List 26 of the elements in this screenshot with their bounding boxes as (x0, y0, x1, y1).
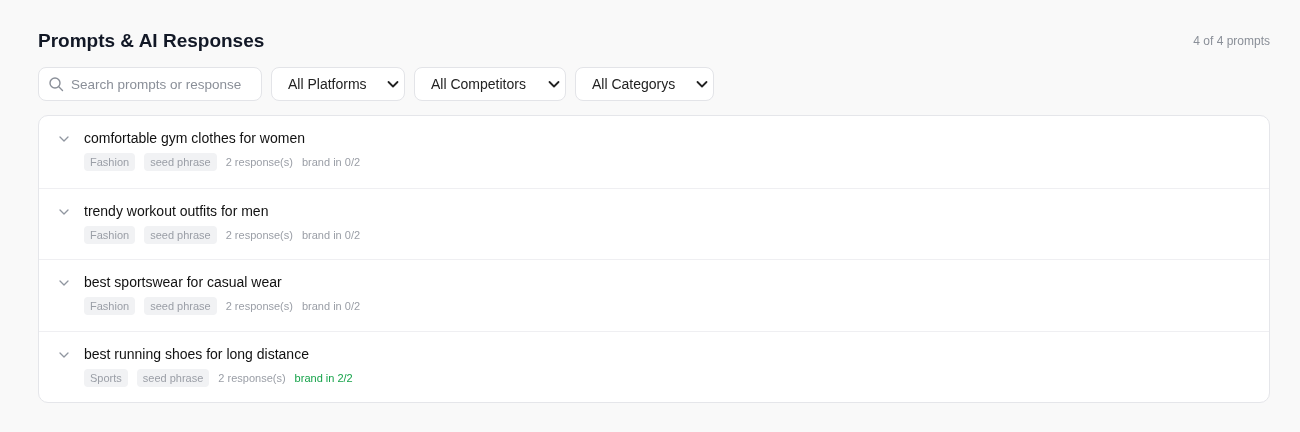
filter-dropdown[interactable]: All Competitors (414, 67, 566, 101)
prompt-text[interactable]: best sportswear for casual wear (84, 274, 361, 290)
filter-dropdown[interactable]: All Platforms (271, 67, 405, 101)
category-tag: Fashion (84, 297, 136, 315)
brand-mention-count: brand in 0/2 (301, 156, 361, 168)
search-field[interactable]: Search prompts or response (38, 67, 262, 101)
source-tag: seed phrase (144, 297, 217, 315)
category-tag: Sports (84, 368, 128, 387)
source-tag: seed phrase (136, 368, 210, 387)
category-tag: Fashion (84, 153, 136, 171)
prompt-count: 4 of 4 prompts (1193, 34, 1270, 48)
response-count: 2 response(s) (218, 371, 286, 384)
prompt-text[interactable]: trendy workout outfits for men (84, 202, 361, 219)
brand-mention-count: brand in 2/2 (294, 371, 353, 384)
section-title: Prompts & AI Responses (38, 30, 265, 52)
category-tag: Fashion (84, 225, 136, 244)
brand-mention-count: brand in 0/2 (301, 228, 361, 241)
brand-mention-count: brand in 0/2 (301, 300, 361, 312)
prompt-text[interactable]: comfortable gym clothes for women (84, 130, 361, 146)
prompt-text[interactable]: best running shoes for long distance (84, 345, 353, 362)
filter-dropdown[interactable]: All Categorys (575, 67, 714, 101)
source-tag: seed phrase (144, 153, 217, 171)
response-count: 2 response(s) (225, 300, 293, 312)
response-count: 2 response(s) (225, 228, 293, 241)
response-count: 2 response(s) (225, 156, 293, 168)
source-tag: seed phrase (144, 225, 217, 244)
